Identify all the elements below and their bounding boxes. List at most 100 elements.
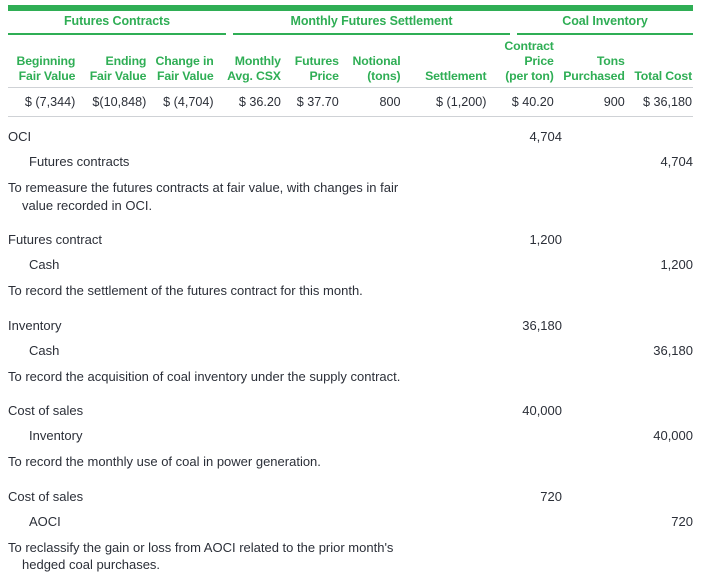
journal-entry-credit-line: Futures contracts 4,704 <box>8 153 693 178</box>
journal-entry: Futures contract 1,200 Cash 1,200 To rec… <box>8 231 693 317</box>
column-header-contract-price-per-ton: Contract Price (per ton) <box>486 39 553 87</box>
column-header-line2: Fair Value <box>75 69 146 84</box>
group-gap-1 <box>226 13 233 35</box>
column-header-line1: Notional <box>339 54 401 69</box>
column-header-settlement: Settlement <box>400 69 486 87</box>
credit-account-name: Cash <box>8 256 440 273</box>
column-header-monthly-avg-csx: Monthly Avg. CSX <box>214 54 281 87</box>
column-header-beginning-fair-value: Beginning Fair Value <box>8 54 75 87</box>
cell-beginning-fair-value: $ (7,344) <box>8 94 75 110</box>
column-header-line2: (tons) <box>339 69 401 84</box>
journal-entry-description: To reclassify the gain or loss from AOCI… <box>8 538 478 574</box>
description-line-1: To record the monthly use of coal in pow… <box>8 454 321 469</box>
entry-spacer <box>8 385 693 402</box>
credit-amount: 1,200 <box>562 256 693 273</box>
credit-amount: 4,704 <box>562 153 693 170</box>
column-group-futures-contracts: Futures Contracts <box>8 13 226 35</box>
cell-tons-purchased: 900 <box>554 94 625 110</box>
journal-entry-credit-line: AOCI 720 <box>8 513 693 538</box>
table-row: $ (7,344) $(10,848) $ (4,704) $ 36.20 $ … <box>8 88 693 117</box>
journal-entries-list: OCI 4,704 Futures contracts 4,704 To rem… <box>8 128 693 574</box>
entry-spacer <box>8 214 693 231</box>
credit-account-name: Inventory <box>8 427 440 444</box>
credit-account-name: AOCI <box>8 513 440 530</box>
cell-futures-price: $ 37.70 <box>281 94 339 110</box>
column-group-monthly-futures-settlement: Monthly Futures Settlement <box>233 13 510 35</box>
column-header-line2: Total Cost <box>625 69 692 84</box>
column-header-tons-purchased: Tons Purchased <box>554 54 625 87</box>
journal-entry-credit-line: Cash 36,180 <box>8 342 693 367</box>
debit-account-name: Futures contract <box>8 231 440 248</box>
journal-entry-debit-line: OCI 4,704 <box>8 128 693 153</box>
financial-table-sheet: Futures Contracts Monthly Futures Settle… <box>0 0 701 584</box>
entry-spacer <box>8 471 693 488</box>
column-header-line1: Price <box>486 54 553 69</box>
cell-notional-tons: 800 <box>339 94 401 110</box>
credit-account-name: Futures contracts <box>8 153 440 170</box>
credit-amount: 36,180 <box>562 342 693 359</box>
cell-total-cost: $ 36,180 <box>625 94 693 110</box>
description-line-1: To reclassify the gain or loss from AOCI… <box>8 540 393 555</box>
column-header-line1: Futures <box>281 54 339 69</box>
group-gap-2 <box>510 13 517 35</box>
debit-amount: 720 <box>440 488 562 505</box>
column-header-line0: Contract <box>486 39 553 54</box>
column-header-line2: Purchased <box>554 69 625 84</box>
debit-account-name: OCI <box>8 128 440 145</box>
column-header-line1: Beginning <box>8 54 75 69</box>
column-group-label: Coal Inventory <box>562 14 647 28</box>
column-header-line1: Change in <box>146 54 213 69</box>
column-header-notional-tons: Notional (tons) <box>339 54 401 87</box>
journal-entry: OCI 4,704 Futures contracts 4,704 To rem… <box>8 128 693 231</box>
credit-account-name: Cash <box>8 342 440 359</box>
journal-entry-description: To record the acquisition of coal invent… <box>8 367 478 386</box>
credit-amount: 720 <box>562 513 693 530</box>
table-column-header-row: Beginning Fair Value Ending Fair Value C… <box>8 38 693 88</box>
description-line-2: hedged coal purchases. <box>8 556 478 574</box>
credit-amount: 40,000 <box>562 427 693 444</box>
debit-amount: 36,180 <box>440 317 562 334</box>
column-group-label: Monthly Futures Settlement <box>291 14 453 28</box>
journal-entry: Cost of sales 720 AOCI 720 To reclassify… <box>8 488 693 574</box>
journal-entry: Inventory 36,180 Cash 36,180 To record t… <box>8 317 693 403</box>
journal-entry-credit-line: Cash 1,200 <box>8 256 693 281</box>
journal-entry-debit-line: Cost of sales 720 <box>8 488 693 513</box>
description-line-1: To record the settlement of the futures … <box>8 283 363 298</box>
debit-amount: 40,000 <box>440 402 562 419</box>
journal-entry-description: To remeasure the futures contracts at fa… <box>8 178 478 214</box>
column-group-header-row: Futures Contracts Monthly Futures Settle… <box>8 13 693 35</box>
description-line-1: To remeasure the futures contracts at fa… <box>8 180 398 195</box>
debit-amount: 1,200 <box>440 231 562 248</box>
journal-entry-debit-line: Futures contract 1,200 <box>8 231 693 256</box>
cell-ending-fair-value: $(10,848) <box>75 94 146 110</box>
journal-entry: Cost of sales 40,000 Inventory 40,000 To… <box>8 402 693 488</box>
cell-settlement: $ (1,200) <box>400 94 486 110</box>
top-accent-rule <box>8 5 693 11</box>
column-header-line1: Tons <box>554 54 625 69</box>
journal-entry-credit-line: Inventory 40,000 <box>8 427 693 452</box>
column-header-ending-fair-value: Ending Fair Value <box>75 54 146 87</box>
description-line-1: To record the acquisition of coal invent… <box>8 369 400 384</box>
debit-account-name: Inventory <box>8 317 440 334</box>
column-header-line2: Avg. CSX <box>214 69 281 84</box>
cell-contract-price-per-ton: $ 40.20 <box>486 94 553 110</box>
debit-amount: 4,704 <box>440 128 562 145</box>
column-header-line2: Fair Value <box>8 69 75 84</box>
column-header-change-in-fair-value: Change in Fair Value <box>146 54 213 87</box>
description-line-2: value recorded in OCI. <box>8 197 478 215</box>
cell-monthly-avg-csx: $ 36.20 <box>214 94 281 110</box>
journal-entry-description: To record the monthly use of coal in pow… <box>8 452 478 471</box>
journal-entry-debit-line: Cost of sales 40,000 <box>8 402 693 427</box>
column-header-line2: Price <box>281 69 339 84</box>
journal-entry-debit-line: Inventory 36,180 <box>8 317 693 342</box>
column-header-total-cost: Total Cost <box>625 69 693 87</box>
column-group-coal-inventory: Coal Inventory <box>517 13 693 35</box>
cell-change-in-fair-value: $ (4,704) <box>146 94 213 110</box>
entry-spacer <box>8 300 693 317</box>
column-group-label: Futures Contracts <box>64 14 170 28</box>
column-header-futures-price: Futures Price <box>281 54 339 87</box>
column-header-line2: Settlement <box>400 69 486 84</box>
column-header-line2: Fair Value <box>146 69 213 84</box>
column-header-line2: (per ton) <box>486 69 553 84</box>
debit-account-name: Cost of sales <box>8 402 440 419</box>
